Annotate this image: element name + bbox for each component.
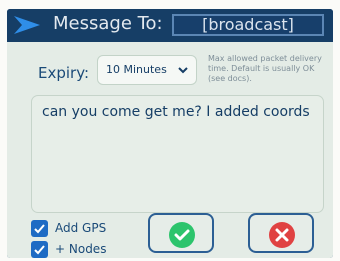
recipient-field[interactable]: [broadcast] — [172, 14, 324, 36]
expiry-help-text: Max allowed packet delivery time. Defaul… — [208, 54, 322, 83]
message-textarea[interactable]: can you come get me? I added coords — [31, 95, 324, 213]
add-gps-label: Add GPS — [55, 221, 107, 235]
close-icon — [269, 222, 295, 248]
add-nodes-checkbox[interactable] — [31, 241, 48, 258]
send-button[interactable] — [148, 213, 214, 253]
add-gps-checkbox[interactable] — [31, 220, 48, 237]
message-screen: Message To: [broadcast] Expiry: 10 Minut… — [7, 9, 333, 258]
check-icon — [169, 222, 195, 248]
meshtastic-logo-icon — [14, 16, 40, 34]
expiry-selected-value: 10 Minutes — [106, 63, 167, 76]
add-nodes-label: + Nodes — [55, 242, 107, 256]
checkmark-icon — [34, 245, 45, 255]
checkmark-icon — [34, 224, 45, 234]
expiry-dropdown[interactable]: 10 Minutes — [97, 55, 197, 85]
title-bar: Message To: [broadcast] — [7, 9, 333, 42]
message-to-label: Message To: — [53, 13, 163, 34]
compose-panel: Expiry: 10 Minutes Max allowed packet de… — [7, 42, 333, 258]
message-text: can you come get me? I added coords — [42, 104, 310, 120]
expiry-label: Expiry: — [38, 64, 90, 82]
chevron-down-icon — [178, 67, 188, 74]
cancel-button[interactable] — [248, 213, 314, 253]
